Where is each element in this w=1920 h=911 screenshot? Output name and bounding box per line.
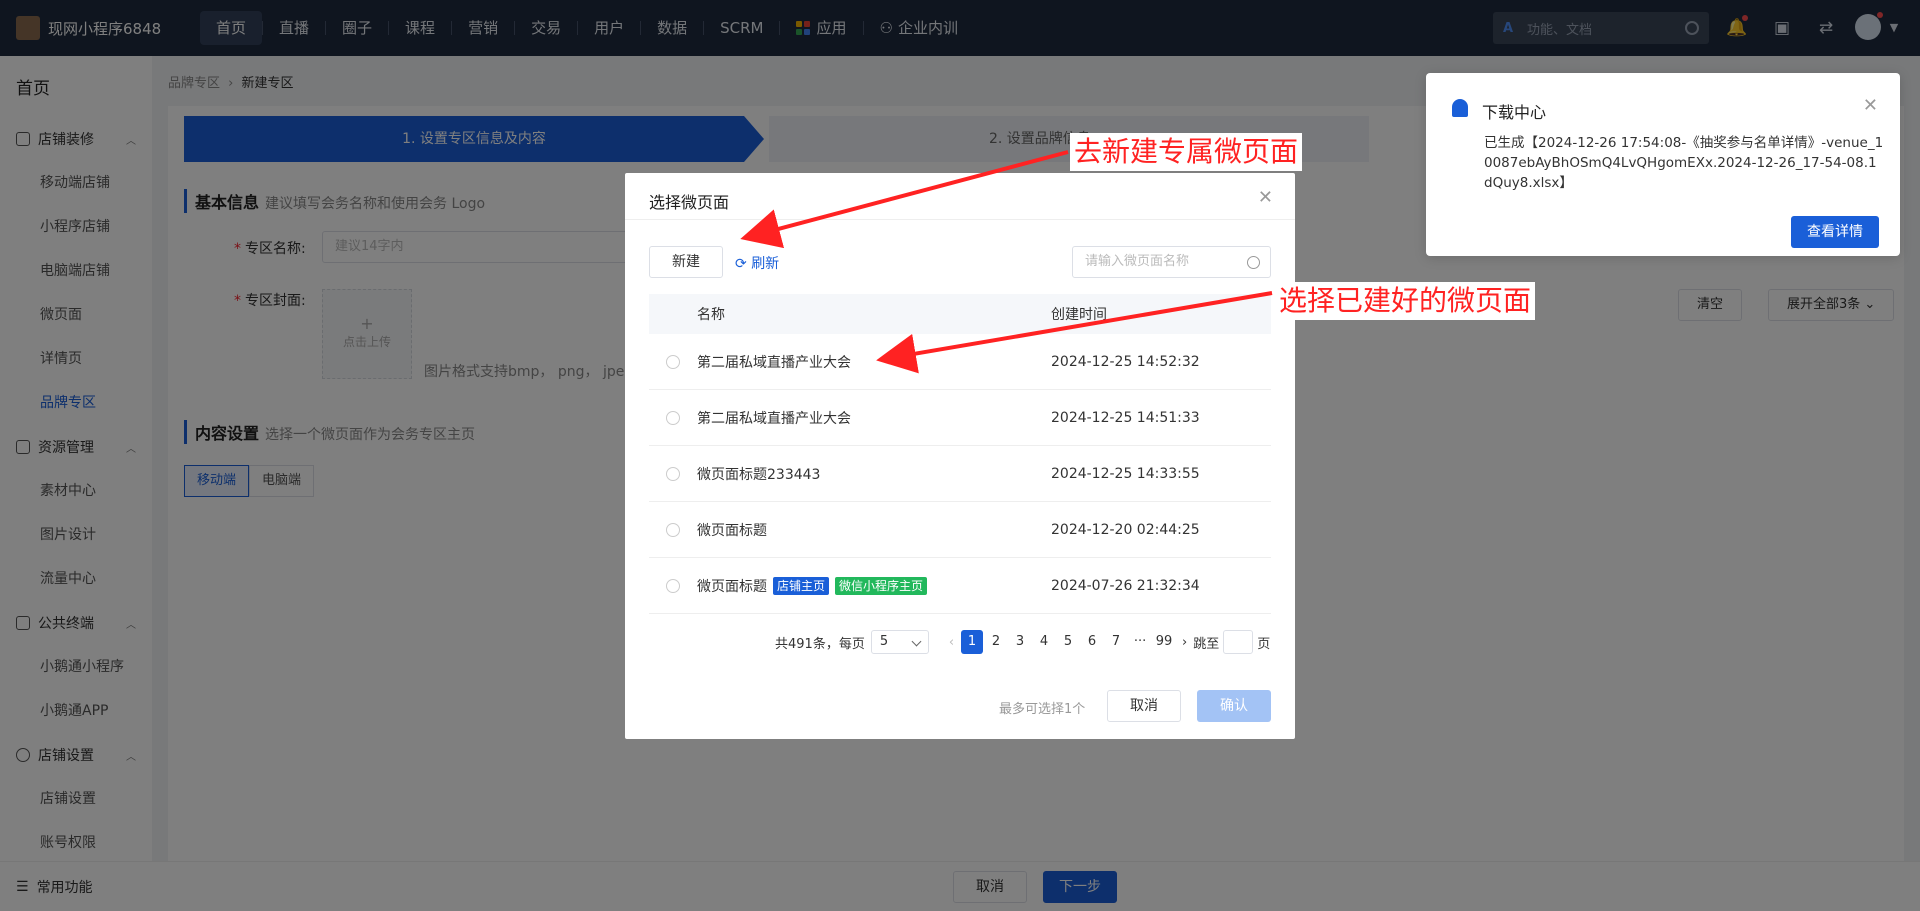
refresh-icon: ⟳ xyxy=(735,256,747,272)
select-page-modal: 选择微页面 ✕ 新建 ⟳ 刷新 请输入微页面名称 名称 创建时间 第二届私域直播… xyxy=(625,173,1295,739)
close-icon[interactable]: ✕ xyxy=(1863,95,1878,116)
column-time: 创建时间 xyxy=(1051,307,1107,323)
page-5[interactable]: 5 xyxy=(1057,630,1079,654)
bell-icon xyxy=(1452,99,1468,117)
modal-cancel-button[interactable]: 取消 xyxy=(1107,690,1181,722)
page-7[interactable]: 7 xyxy=(1105,630,1127,654)
next-page-icon[interactable]: › xyxy=(1182,635,1187,650)
tag-wechat-home: 微信小程序主页 xyxy=(835,576,928,595)
prev-page-icon[interactable]: ‹ xyxy=(949,635,954,650)
table-row[interactable]: 第二届私域直播产业大会 2024-12-25 14:52:32 xyxy=(649,334,1271,390)
pagination: 共491条，每页 5 ‹ 1 2 3 4 5 6 7 ··· 99 › 跳至 页 xyxy=(775,629,1275,655)
table-row[interactable]: 微页面标题 2024-12-20 02:44:25 xyxy=(649,502,1271,558)
page-6[interactable]: 6 xyxy=(1081,630,1103,654)
row-radio[interactable] xyxy=(666,578,680,593)
search-icon xyxy=(1247,256,1260,269)
max-select-hint: 最多可选择1个 xyxy=(999,702,1086,717)
new-page-button[interactable]: 新建 xyxy=(649,246,723,278)
notification-title: 下载中心 xyxy=(1482,103,1547,122)
view-details-button[interactable]: 查看详情 xyxy=(1791,216,1879,248)
page-99[interactable]: 99 xyxy=(1153,630,1175,654)
row-radio[interactable] xyxy=(666,466,680,481)
page-search-input[interactable]: 请输入微页面名称 xyxy=(1072,246,1271,278)
refresh-button[interactable]: ⟳ 刷新 xyxy=(735,253,779,273)
row-radio[interactable] xyxy=(666,410,680,425)
column-name: 名称 xyxy=(697,307,725,323)
page-size-select[interactable]: 5 xyxy=(870,630,929,654)
table-row[interactable]: 微页面标题 店铺主页 微信小程序主页 2024-07-26 21:32:34 xyxy=(649,558,1271,614)
modal-confirm-button[interactable]: 确认 xyxy=(1197,690,1271,722)
page-4[interactable]: 4 xyxy=(1033,630,1055,654)
page-2[interactable]: 2 xyxy=(985,630,1007,654)
table-row[interactable]: 第二届私域直播产业大会 2024-12-25 14:51:33 xyxy=(649,390,1271,446)
table-row[interactable]: 微页面标题233443 2024-12-25 14:33:55 xyxy=(649,446,1271,502)
close-icon[interactable]: ✕ xyxy=(1258,187,1273,208)
modal-title: 选择微页面 xyxy=(649,193,730,212)
annotation-choose-page: 选择已建好的微页面 xyxy=(1275,282,1536,320)
page-ellipsis[interactable]: ··· xyxy=(1129,630,1151,654)
page-table: 名称 创建时间 第二届私域直播产业大会 2024-12-25 14:52:32 … xyxy=(649,294,1271,614)
download-notification: 下载中心 ✕ 已生成【2024-12-26 17:54:08-《抽奖参与名单详情… xyxy=(1426,73,1900,256)
pager-total: 共491条，每页 xyxy=(775,636,865,652)
notification-message: 已生成【2024-12-26 17:54:08-《抽奖参与名单详情》-venue… xyxy=(1484,135,1884,191)
page-3[interactable]: 3 xyxy=(1009,630,1031,654)
page-1[interactable]: 1 xyxy=(961,630,984,654)
table-header: 名称 创建时间 xyxy=(649,294,1271,334)
row-radio[interactable] xyxy=(666,354,680,369)
row-radio[interactable] xyxy=(666,522,680,537)
tag-store-home: 店铺主页 xyxy=(773,576,830,595)
jump-page-input[interactable] xyxy=(1223,630,1254,654)
annotation-new-page: 去新建专属微页面 xyxy=(1070,133,1303,171)
